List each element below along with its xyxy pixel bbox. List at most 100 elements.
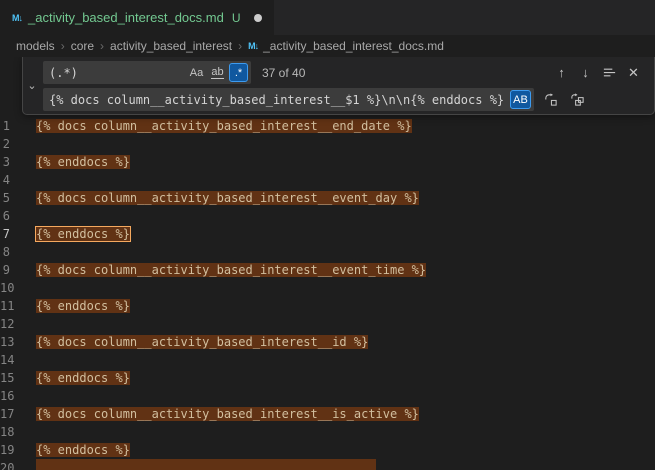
previous-match-button[interactable]: ↑ [551,62,572,83]
find-match-highlight: {% docs column__activity_based_interest_… [36,335,368,349]
line-number: 3 [0,153,36,171]
line-number: 11 [0,297,36,315]
tab-filename: _activity_based_interest_docs.md [28,10,224,25]
editor-line[interactable]: 9{% docs column__activity_based_interest… [0,261,655,279]
editor-line[interactable]: 3{% enddocs %} [0,153,655,171]
editor-line[interactable]: 1{% docs column__activity_based_interest… [0,117,655,135]
breadcrumb-separator: › [100,39,104,53]
editor-line[interactable]: 16 [0,387,655,405]
match-case-option[interactable]: Aa [187,63,206,82]
line-content: {% docs column__activity_based_interest_… [36,117,412,135]
breadcrumb-item-folder[interactable]: activity_based_interest [110,39,232,53]
code-editor[interactable]: 1{% docs column__activity_based_interest… [0,57,655,470]
editor-line[interactable]: 11{% enddocs %} [0,297,655,315]
editor-line[interactable]: 2 [0,135,655,153]
editor-lines: 1{% docs column__activity_based_interest… [0,57,655,470]
find-match-highlight: {% docs column__activity_based_interest_… [36,119,412,133]
next-match-button[interactable]: ↓ [575,62,596,83]
whole-word-option[interactable]: ab [208,63,227,82]
line-number: 7 [0,225,36,243]
line-number: 19 [0,441,36,459]
toggle-replace-chevron-icon[interactable]: ⌄ [23,57,41,114]
editor-line[interactable]: 19{% enddocs %} [0,441,655,459]
current-find-match: {% enddocs %} [36,227,130,241]
git-status-badge: U [232,11,241,25]
line-number: 17 [0,405,36,423]
find-in-selection-icon[interactable] [599,62,620,83]
line-content: {% docs column__activity_based_interest_… [36,189,419,207]
markdown-file-icon: M↓ [12,13,22,23]
line-number: 8 [0,243,36,261]
line-content: {% enddocs %} [36,369,130,387]
line-number: 1 [0,117,36,135]
editor-line[interactable]: 5{% docs column__activity_based_interest… [0,189,655,207]
line-content [36,459,376,470]
line-number: 13 [0,333,36,351]
line-number: 12 [0,315,36,333]
close-icon[interactable]: ✕ [623,62,644,83]
vscode-window: M↓ _activity_based_interest_docs.md U mo… [0,0,655,470]
find-match-highlight: {% docs column__activity_based_interest_… [36,191,419,205]
line-number: 18 [0,423,36,441]
line-content: {% enddocs %} [36,225,130,243]
replace-all-icon[interactable] [567,89,588,110]
editor-line[interactable]: 6 [0,207,655,225]
tab-bar: M↓ _activity_based_interest_docs.md U [0,0,655,35]
find-match-highlight [36,459,376,470]
line-number: 16 [0,387,36,405]
preserve-case-option[interactable]: AB [510,90,531,109]
editor-line[interactable]: 18 [0,423,655,441]
line-number: 5 [0,189,36,207]
replace-row: {% docs column__activity_based_interest_… [43,88,646,111]
replace-value-text: {% docs column__activity_based_interest_… [49,93,504,107]
line-number: 4 [0,171,36,189]
find-match-highlight: {% enddocs %} [36,371,130,385]
line-content: {% enddocs %} [36,441,130,459]
breadcrumb-item-models[interactable]: models [16,39,55,53]
line-content: {% enddocs %} [36,153,130,171]
line-number: 14 [0,351,36,369]
editor-line[interactable]: 15{% enddocs %} [0,369,655,387]
find-replace-widget: ⌄ (.*) Aa ab .* 37 of 40 ↑ ↓ [22,57,655,115]
breadcrumb-filename: _activity_based_interest_docs.md [263,39,444,53]
editor-line[interactable]: 17{% docs column__activity_based_interes… [0,405,655,423]
find-match-highlight: {% docs column__activity_based_interest_… [36,263,426,277]
editor-line[interactable]: 10 [0,279,655,297]
line-number: 2 [0,135,36,153]
unsaved-changes-dot[interactable] [254,14,262,22]
line-number: 20 [0,459,36,470]
line-content: {% docs column__activity_based_interest_… [36,333,368,351]
editor-line[interactable]: 12 [0,315,655,333]
match-count: 37 of 40 [262,66,305,80]
editor-line[interactable]: 8 [0,243,655,261]
breadcrumb-separator: › [61,39,65,53]
editor-line[interactable]: 7{% enddocs %} [0,225,655,243]
find-match-highlight: {% docs column__activity_based_interest_… [36,407,419,421]
breadcrumb-item-core[interactable]: core [71,39,94,53]
find-row: (.*) Aa ab .* 37 of 40 ↑ ↓ ✕ [43,61,646,84]
line-content: {% enddocs %} [36,297,130,315]
line-number: 9 [0,261,36,279]
line-number: 10 [0,279,36,297]
find-query-text: (.*) [49,66,187,80]
line-number: 15 [0,369,36,387]
breadcrumb-separator: › [238,39,242,53]
editor-line[interactable]: 14 [0,351,655,369]
breadcrumb: models › core › activity_based_interest … [0,35,655,57]
find-match-highlight: {% enddocs %} [36,299,130,313]
editor-line[interactable]: 4 [0,171,655,189]
regex-option[interactable]: .* [229,63,248,82]
find-match-highlight: {% enddocs %} [36,155,130,169]
editor-tab[interactable]: M↓ _activity_based_interest_docs.md U [0,0,274,35]
breadcrumb-item-file[interactable]: M↓ _activity_based_interest_docs.md [248,39,444,53]
line-number: 6 [0,207,36,225]
replace-icon[interactable] [540,89,561,110]
line-content: {% docs column__activity_based_interest_… [36,261,426,279]
find-input[interactable]: (.*) Aa ab .* [43,61,251,84]
editor-line[interactable]: 13{% docs column__activity_based_interes… [0,333,655,351]
markdown-file-icon: M↓ [248,41,258,51]
replace-input[interactable]: {% docs column__activity_based_interest_… [43,88,534,111]
line-content: {% docs column__activity_based_interest_… [36,405,419,423]
find-match-highlight: {% enddocs %} [36,443,130,457]
editor-line[interactable]: 20 [0,459,655,470]
